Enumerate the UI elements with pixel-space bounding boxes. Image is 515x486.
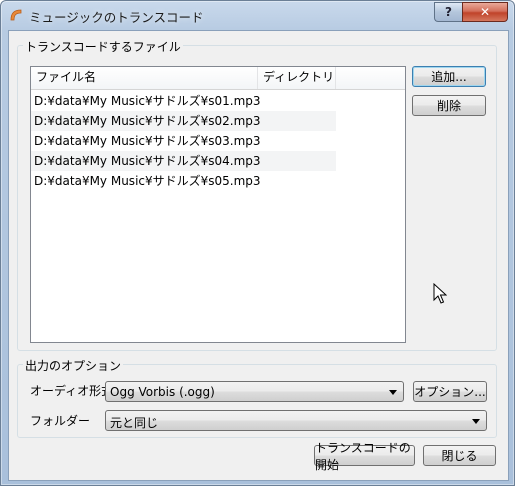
audio-format-label: オーディオ形式 [30, 384, 114, 398]
format-options-button[interactable]: オプション... [413, 381, 487, 402]
audio-format-value: Ogg Vorbis (.ogg) [110, 385, 215, 399]
close-window-button[interactable]: ✕ [462, 2, 508, 22]
file-row[interactable]: D:¥data¥My Music¥サドルズ¥s01.mp3 [31, 91, 336, 111]
file-row[interactable]: D:¥data¥My Music¥サドルズ¥s03.mp3 [31, 131, 336, 151]
close-button[interactable]: 閉じる [423, 445, 496, 466]
dialog-body: トランスコードするファイル ファイル名 ディレクトリ D:¥data¥My Mu… [8, 30, 509, 481]
output-group-label: 出力のオプション [23, 357, 124, 374]
remove-file-button[interactable]: 削除 [412, 95, 486, 116]
mouse-pointer-icon [433, 283, 447, 304]
column-directory[interactable]: ディレクトリ [258, 67, 336, 89]
start-transcode-button[interactable]: トランスコードの開始 [314, 441, 415, 472]
file-row[interactable]: D:¥data¥My Music¥サドルズ¥s04.mp3 [31, 151, 336, 171]
chevron-down-icon [472, 419, 480, 424]
column-filename[interactable]: ファイル名 [31, 67, 258, 89]
output-folder-value: 元と同じ [110, 416, 159, 430]
file-row[interactable]: D:¥data¥My Music¥サドルズ¥s05.mp3 [31, 171, 336, 191]
window-title: ミュージックのトランスコード [29, 10, 204, 25]
files-group-label: トランスコードするファイル [23, 38, 183, 55]
add-file-button[interactable]: 追加... [412, 66, 486, 87]
transcode-dialog: ミュージックのトランスコード ? ✕ トランスコードするファイル ファイル名 デ… [0, 0, 515, 486]
title-bar[interactable]: ミュージックのトランスコード ? ✕ [1, 1, 514, 29]
output-folder-select[interactable]: 元と同じ [105, 410, 487, 431]
app-icon [10, 9, 22, 21]
folder-label: フォルダー [30, 414, 91, 428]
help-button[interactable]: ? [434, 2, 462, 22]
file-list-header: ファイル名 ディレクトリ [31, 67, 405, 90]
audio-format-select[interactable]: Ogg Vorbis (.ogg) [105, 381, 404, 402]
file-list[interactable]: ファイル名 ディレクトリ D:¥data¥My Music¥サドルズ¥s01.m… [30, 66, 406, 343]
chevron-down-icon [389, 390, 397, 395]
file-row[interactable]: D:¥data¥My Music¥サドルズ¥s02.mp3 [31, 111, 336, 131]
